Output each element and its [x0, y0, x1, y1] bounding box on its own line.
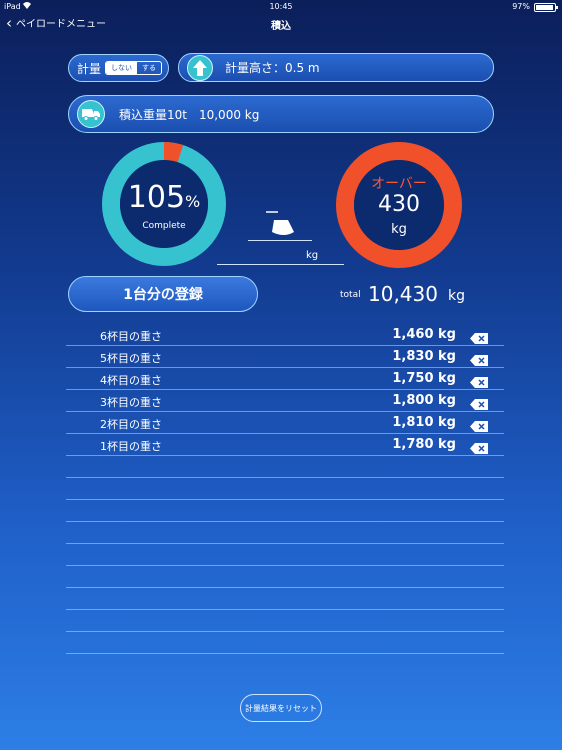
- reset-button[interactable]: 計量結果をリセット: [240, 694, 322, 722]
- bucket-weight-list: 6杯目の重さ 1,460 kg 5杯目の重さ 1,830 kg 4杯目の重さ 1,750 …: [66, 324, 504, 654]
- total-value: 10,430: [368, 282, 438, 306]
- weight-input-underline[interactable]: [217, 264, 344, 265]
- entry-name: 1杯目の重さ: [100, 440, 162, 453]
- over-value: 430: [378, 192, 420, 217]
- over-unit: kg: [391, 222, 407, 237]
- entry-weight: 1,800 kg: [392, 393, 456, 408]
- entry-name: 2杯目の重さ: [100, 418, 162, 431]
- list-item: 4杯目の重さ 1,750 kg: [66, 368, 504, 390]
- load-weight-text: 積込重量10t 10,000 kg: [119, 107, 260, 122]
- entry-name: 3杯目の重さ: [100, 396, 162, 409]
- entry-weight: 1,460 kg: [392, 327, 456, 342]
- entry-weight: 1,750 kg: [392, 371, 456, 386]
- entry-weight: 1,780 kg: [392, 437, 456, 452]
- list-item: [66, 610, 504, 632]
- list-item: 1杯目の重さ 1,780 kg: [66, 434, 504, 456]
- entry-name: 4杯目の重さ: [100, 374, 162, 387]
- total-unit: kg: [448, 288, 465, 304]
- list-item: [66, 500, 504, 522]
- load-weight-button[interactable]: 積込重量10t 10,000 kg: [68, 95, 494, 133]
- list-item: [66, 566, 504, 588]
- progress-symbol: %: [185, 192, 201, 211]
- list-item: [66, 588, 504, 610]
- list-item: 2杯目の重さ 1,810 kg: [66, 412, 504, 434]
- up-arrow-icon: [187, 54, 213, 81]
- list-item: [66, 522, 504, 544]
- weigh-toggle-pill: 計量 しない する: [68, 54, 169, 82]
- weigh-label: 計量: [77, 61, 102, 76]
- progress-caption: Complete: [142, 221, 186, 231]
- delete-backspace-icon[interactable]: [470, 439, 488, 454]
- list-item: [66, 632, 504, 654]
- delete-backspace-icon[interactable]: [470, 417, 488, 432]
- entry-name: 5杯目の重さ: [100, 352, 162, 365]
- register-truck-button[interactable]: 1台分の登録: [68, 276, 258, 312]
- progress-percent: 105%: [102, 180, 226, 215]
- delete-backspace-icon[interactable]: [470, 329, 488, 344]
- list-item: [66, 478, 504, 500]
- weigh-off-segment[interactable]: しない: [106, 62, 138, 74]
- weigh-segmented-control: しない する: [105, 61, 163, 75]
- list-item: 6杯目の重さ 1,460 kg: [66, 324, 504, 346]
- status-bar: iPad 10:45 97%: [0, 0, 562, 14]
- page-title: 積込: [271, 21, 291, 32]
- status-time: 10:45: [269, 2, 293, 11]
- delete-backspace-icon[interactable]: [470, 395, 488, 410]
- list-item: [66, 456, 504, 478]
- battery-icon: [534, 3, 558, 12]
- list-item: [66, 544, 504, 566]
- weigh-on-segment[interactable]: する: [137, 62, 161, 74]
- entry-weight: 1,830 kg: [392, 349, 456, 364]
- delete-backspace-icon[interactable]: [470, 373, 488, 388]
- battery-percent: 97%: [512, 2, 530, 11]
- total-label: total: [340, 290, 361, 300]
- delete-backspace-icon[interactable]: [470, 351, 488, 366]
- progress-value: 105: [127, 180, 186, 215]
- entry-name: 6杯目の重さ: [100, 330, 162, 343]
- over-label: オーバー: [371, 176, 427, 192]
- dump-truck-icon: [77, 100, 105, 128]
- bucket-icon: [258, 208, 308, 238]
- weigh-height-button[interactable]: 計量高さ：0.5 m: [178, 53, 494, 82]
- list-item: 3杯目の重さ 1,800 kg: [66, 390, 504, 412]
- divider-short: [248, 240, 312, 241]
- weigh-height-text: 計量高さ：0.5 m: [225, 61, 320, 75]
- list-item: 5杯目の重さ 1,830 kg: [66, 346, 504, 368]
- weight-input-unit: kg: [306, 250, 319, 261]
- entry-weight: 1,810 kg: [392, 415, 456, 430]
